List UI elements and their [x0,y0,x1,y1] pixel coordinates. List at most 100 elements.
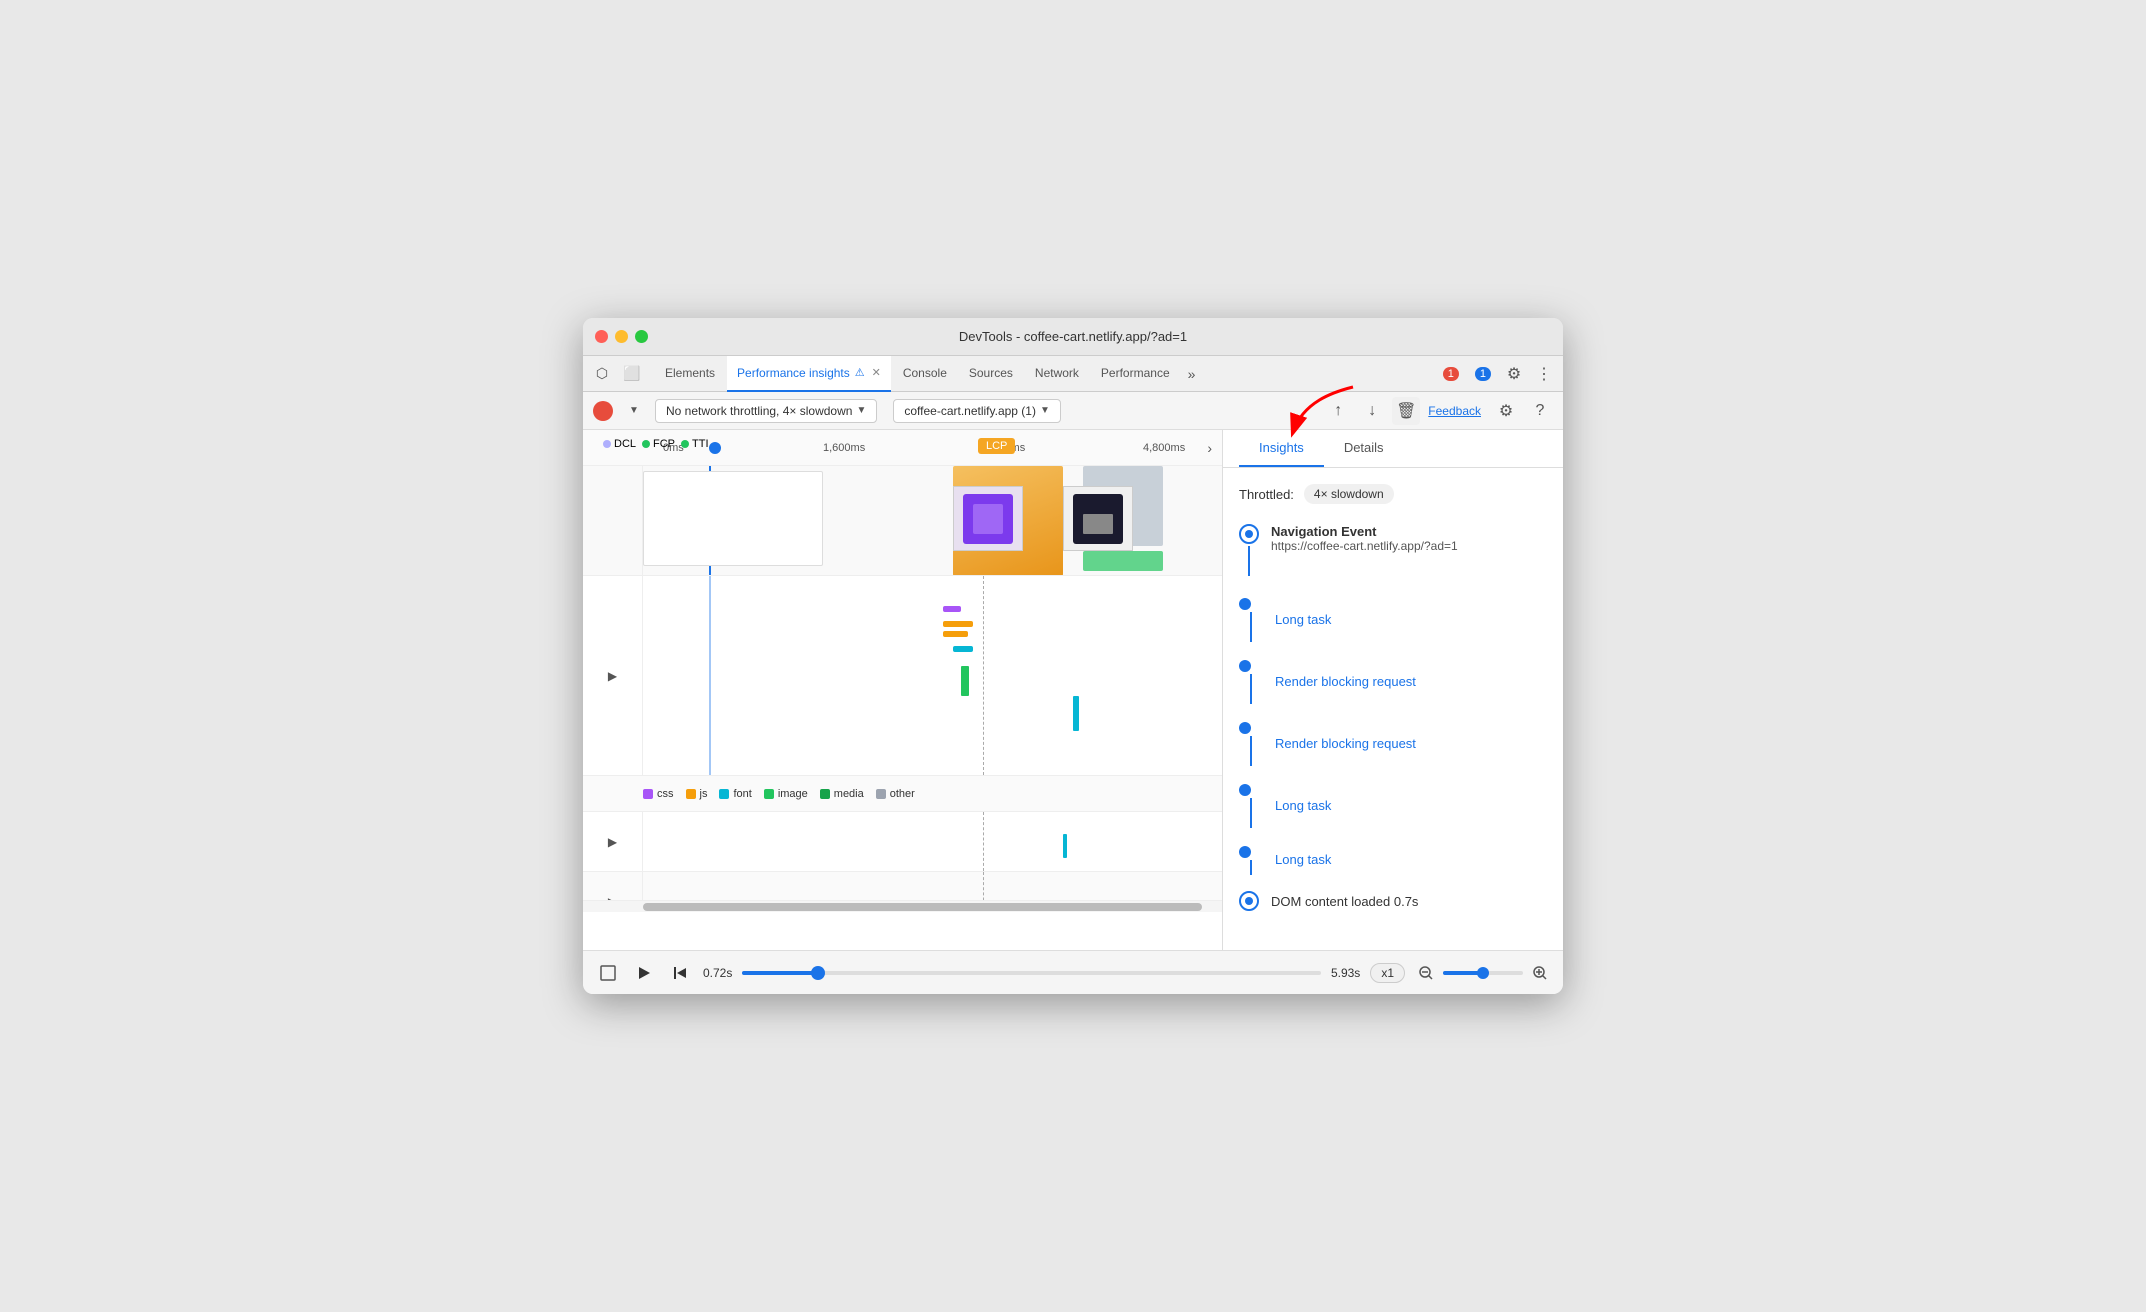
css-bar [943,606,961,612]
extra-row-1-content [643,812,1222,871]
close-button[interactable] [595,330,608,343]
tab-performance-insights[interactable]: Performance insights ⚠ ✕ [727,356,891,392]
event-labels-row: DCL FCP TTI [603,438,709,450]
tti-indicator [681,440,689,448]
zoom-controls [1415,962,1551,984]
tab-sources[interactable]: Sources [959,356,1023,392]
messages-button[interactable]: 1 [1469,365,1497,383]
network-row: ▶ [583,576,1222,776]
event-line-4 [1250,736,1252,766]
tab-actions: 1 1 ⚙ ⋮ [1437,361,1557,387]
cyan-bar [1073,696,1079,731]
tab-console[interactable]: Console [893,356,957,392]
download-icon[interactable]: ↓ [1358,397,1386,425]
tab-icon-group: ⬡ ⬜ [589,361,645,387]
render-blocking-2-link[interactable]: Render blocking request [1275,736,1416,751]
tab-performance[interactable]: Performance [1091,356,1180,392]
record-stop-icon[interactable] [595,960,621,986]
screenshot-row-label [583,466,643,575]
timeline-header: 0ms 1,600ms 3,200ms 4,800ms DCL FCP [583,430,1222,466]
feedback-link[interactable]: Feedback [1428,404,1481,418]
zoom-out-button[interactable] [1415,962,1437,984]
network-collapse-arrow[interactable]: ▶ [608,669,617,683]
insights-panel: Insights Details Throttled: 4× slowdown [1223,430,1563,950]
image-bar [961,666,969,696]
record-button[interactable] [593,401,613,421]
event-line-5 [1250,798,1252,828]
long-task-1-link[interactable]: Long task [1275,612,1331,627]
event-dot-long-task-1 [1239,596,1263,642]
long-task-2-link[interactable]: Long task [1275,798,1331,813]
media-legend-dot [820,789,830,799]
upload-icon[interactable]: ↑ [1324,397,1352,425]
font-bar [953,646,973,652]
screenshot-blank-frame [643,471,823,566]
end-time: 5.93s [1331,966,1360,980]
legend-js: js [686,788,708,800]
tab-elements[interactable]: Elements [655,356,725,392]
playback-slider[interactable] [742,971,1321,975]
settings-button[interactable]: ⚙ [1501,361,1527,387]
js-legend-dot [686,789,696,799]
filled-dot-2 [1239,660,1251,672]
js-bar-2 [943,631,968,637]
delete-icon[interactable]: 🗑 [1392,397,1420,425]
help-icon[interactable]: ? [1527,398,1553,424]
legend-image: image [764,788,808,800]
scroll-thumb[interactable] [643,903,1202,911]
event-line-1 [1248,546,1250,576]
zoom-thumb[interactable] [1477,967,1489,979]
event-dot-long-task-2 [1239,782,1263,828]
more-tabs-button[interactable]: » [1182,366,1202,382]
navigation-event-title: Navigation Event [1271,524,1547,539]
toolbar-icon-group: ↑ ↓ 🗑 [1324,397,1420,425]
zoom-track [1443,971,1523,975]
dashed-timeline-line [983,576,984,775]
navigation-dot-outer [1239,524,1259,544]
legend-row: css js font image [583,776,1222,812]
more-options-button[interactable]: ⋮ [1531,361,1557,387]
network-position-line [709,576,711,775]
cyan-detail-bar [1063,834,1067,858]
inspect-icon[interactable]: ⬜ [619,361,645,387]
tab-close-icon[interactable]: ✕ [872,366,881,379]
legend-font: font [719,788,751,800]
playback-thumb[interactable] [811,966,825,980]
js-bar-1 [943,621,973,627]
filled-dot-5 [1239,846,1251,858]
cursor-icon[interactable]: ⬡ [589,361,615,387]
minimize-button[interactable] [615,330,628,343]
event-dom-loaded: DOM content loaded 0.7s [1239,891,1547,911]
zoom-slider[interactable] [1443,971,1523,975]
fcp-label: FCP [653,438,675,450]
lcp-label: LCP [978,438,1015,454]
playback-bar: 0.72s 5.93s x1 [583,950,1563,994]
url-dropdown[interactable]: coffee-cart.netlify.app (1) ▼ [893,399,1061,423]
insights-tab-details[interactable]: Details [1324,430,1404,467]
long-task-3-link[interactable]: Long task [1275,852,1331,867]
render-blocking-1-link[interactable]: Render blocking request [1275,674,1416,689]
throttle-dropdown[interactable]: No network throttling, 4× slowdown ▼ [655,399,877,423]
event-render-blocking-1: Render blocking request [1239,658,1547,704]
start-time: 0.72s [703,966,732,980]
throttle-dropdown-arrow: ▼ [856,405,866,416]
legend-css: css [643,788,674,800]
network-row-label: ▶ [583,576,643,775]
insights-tab-insights[interactable]: Insights [1239,430,1324,467]
play-button[interactable] [631,960,657,986]
record-dropdown-icon[interactable]: ▼ [621,398,647,424]
legend-media: media [820,788,864,800]
maximize-button[interactable] [635,330,648,343]
tab-network[interactable]: Network [1025,356,1089,392]
url-dropdown-arrow: ▼ [1040,405,1050,416]
errors-button[interactable]: 1 [1437,365,1465,383]
event-long-task-3: Long task [1239,844,1547,875]
screenshot-thumb-2 [1063,486,1133,551]
zoom-in-button[interactable] [1529,962,1551,984]
expand-right-button[interactable]: › [1207,440,1212,456]
navigation-event-url: https://coffee-cart.netlify.app/?ad=1 [1271,539,1547,553]
skip-to-start-button[interactable] [667,960,693,986]
extra-row-1-collapse[interactable]: ▶ [608,835,617,849]
event-dot-long-task-3 [1239,844,1263,875]
settings-icon[interactable]: ⚙ [1493,398,1519,424]
